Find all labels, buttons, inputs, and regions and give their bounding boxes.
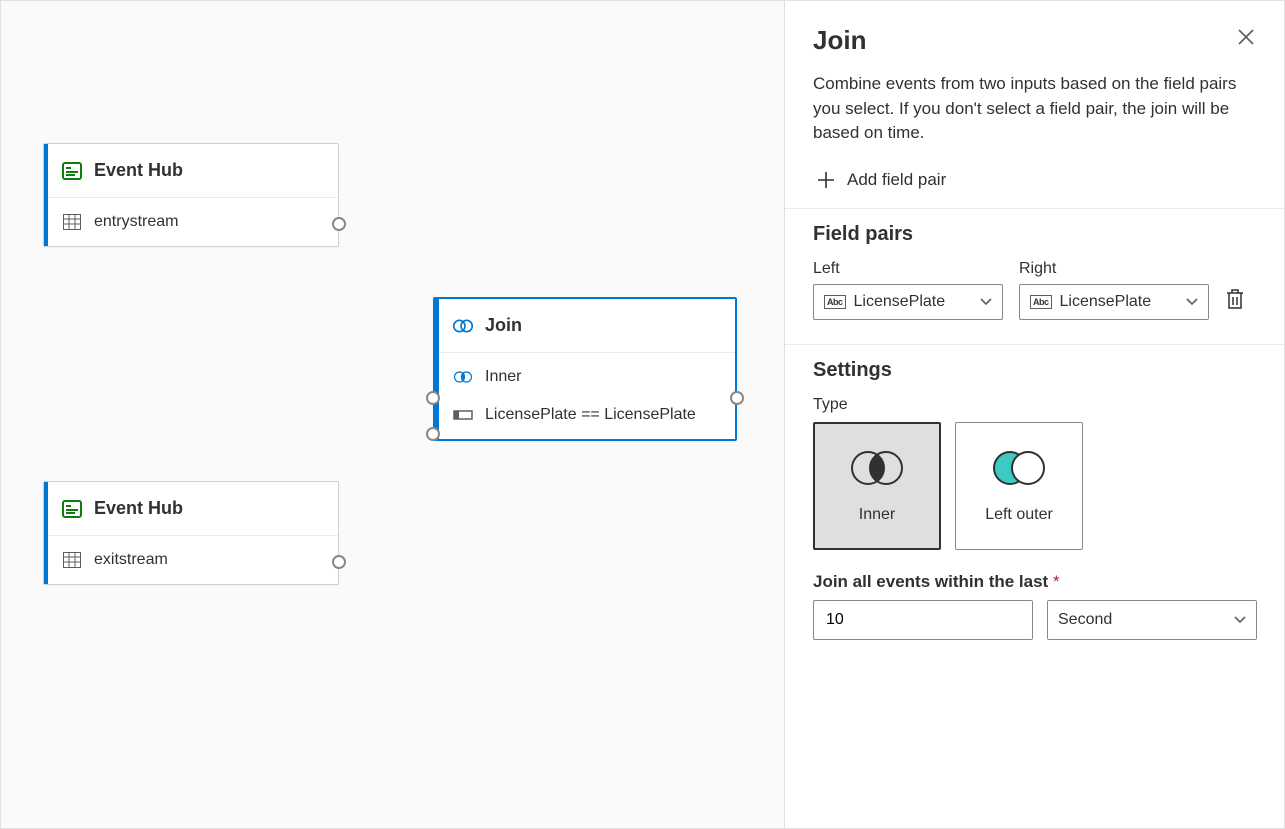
divider <box>785 208 1284 209</box>
panel-description: Combine events from two inputs based on … <box>813 72 1256 146</box>
input-port-left-1[interactable] <box>426 391 440 405</box>
eventhub-icon <box>62 161 82 181</box>
node-title: Join <box>485 315 522 336</box>
node-accent <box>435 299 439 439</box>
right-field-column: Right Abc LicensePlate <box>1019 260 1209 320</box>
add-field-pair-label: Add field pair <box>847 170 946 190</box>
settings-heading: Settings <box>813 359 1256 382</box>
join-type-inner[interactable]: Inner <box>813 422 941 550</box>
plus-icon <box>817 171 835 189</box>
node-join-type: Inner <box>485 368 521 386</box>
node-title: Event Hub <box>94 498 183 519</box>
right-field-dropdown[interactable]: Abc LicensePlate <box>1019 284 1209 320</box>
table-icon <box>62 550 82 570</box>
left-field-column: Left Abc LicensePlate <box>813 260 1003 320</box>
left-outer-join-icon <box>987 448 1051 488</box>
edges-layer <box>1 1 301 151</box>
node-header: Join <box>435 299 735 353</box>
node-join[interactable]: Join Inner LicensePlate == LicensePlate <box>433 297 737 441</box>
node-eventhub-entry[interactable]: Event Hub entrystream <box>43 143 339 247</box>
inner-join-small-icon <box>453 367 473 387</box>
join-type-left-outer-label: Left outer <box>985 506 1053 524</box>
chevron-down-icon <box>1186 293 1198 311</box>
join-type-left-outer[interactable]: Left outer <box>955 422 1083 550</box>
field-pairs-heading: Field pairs <box>813 223 1256 246</box>
join-type-selector: Inner Left outer <box>813 422 1256 550</box>
node-eventhub-exit[interactable]: Event Hub exitstream <box>43 481 339 585</box>
inner-join-icon <box>845 448 909 488</box>
field-pair-row: Left Abc LicensePlate Right Abc LicenseP… <box>813 260 1256 320</box>
input-port-left-2[interactable] <box>426 427 440 441</box>
node-stream-name: exitstream <box>94 551 168 569</box>
time-window-row: Second <box>813 600 1256 640</box>
output-port[interactable] <box>332 555 346 569</box>
type-label: Type <box>813 396 1256 414</box>
right-field-value: LicensePlate <box>1060 293 1152 311</box>
time-window-value-input[interactable] <box>813 600 1033 640</box>
node-stream-name: entrystream <box>94 213 178 231</box>
node-detail-row: entrystream <box>44 198 338 246</box>
node-join-type-row: Inner <box>435 353 735 401</box>
node-header: Event Hub <box>44 144 338 198</box>
left-field-value: LicensePlate <box>854 293 946 311</box>
time-window-unit-value: Second <box>1058 611 1112 629</box>
time-window-unit-dropdown[interactable]: Second <box>1047 600 1257 640</box>
node-join-condition: LicensePlate == LicensePlate <box>485 406 696 424</box>
join-icon <box>453 316 473 336</box>
node-detail-row: exitstream <box>44 536 338 584</box>
chevron-down-icon <box>1234 611 1246 629</box>
app-root: Event Hub entrystream Event Hub <box>0 0 1285 829</box>
panel-title: Join <box>813 25 1256 56</box>
time-window-label: Join all events within the last * <box>813 572 1256 592</box>
divider <box>785 344 1284 345</box>
designer-canvas[interactable]: Event Hub entrystream Event Hub <box>1 1 784 828</box>
table-icon <box>62 212 82 232</box>
node-accent <box>44 482 48 584</box>
field-icon <box>453 405 473 425</box>
node-accent <box>44 144 48 246</box>
eventhub-icon <box>62 499 82 519</box>
abc-type-icon: Abc <box>1030 295 1052 309</box>
output-port[interactable] <box>730 391 744 405</box>
add-field-pair-button[interactable]: Add field pair <box>813 164 950 208</box>
node-title: Event Hub <box>94 160 183 181</box>
properties-panel: Join Combine events from two inputs base… <box>784 1 1284 828</box>
right-label: Right <box>1019 260 1209 278</box>
node-header: Event Hub <box>44 482 338 536</box>
left-label: Left <box>813 260 1003 278</box>
chevron-down-icon <box>980 293 992 311</box>
output-port[interactable] <box>332 217 346 231</box>
required-asterisk: * <box>1053 572 1060 591</box>
join-type-inner-label: Inner <box>859 506 895 524</box>
abc-type-icon: Abc <box>824 295 846 309</box>
delete-field-pair-button[interactable] <box>1225 288 1249 312</box>
left-field-dropdown[interactable]: Abc LicensePlate <box>813 284 1003 320</box>
node-join-condition-row: LicensePlate == LicensePlate <box>435 401 735 439</box>
close-button[interactable] <box>1232 23 1260 51</box>
